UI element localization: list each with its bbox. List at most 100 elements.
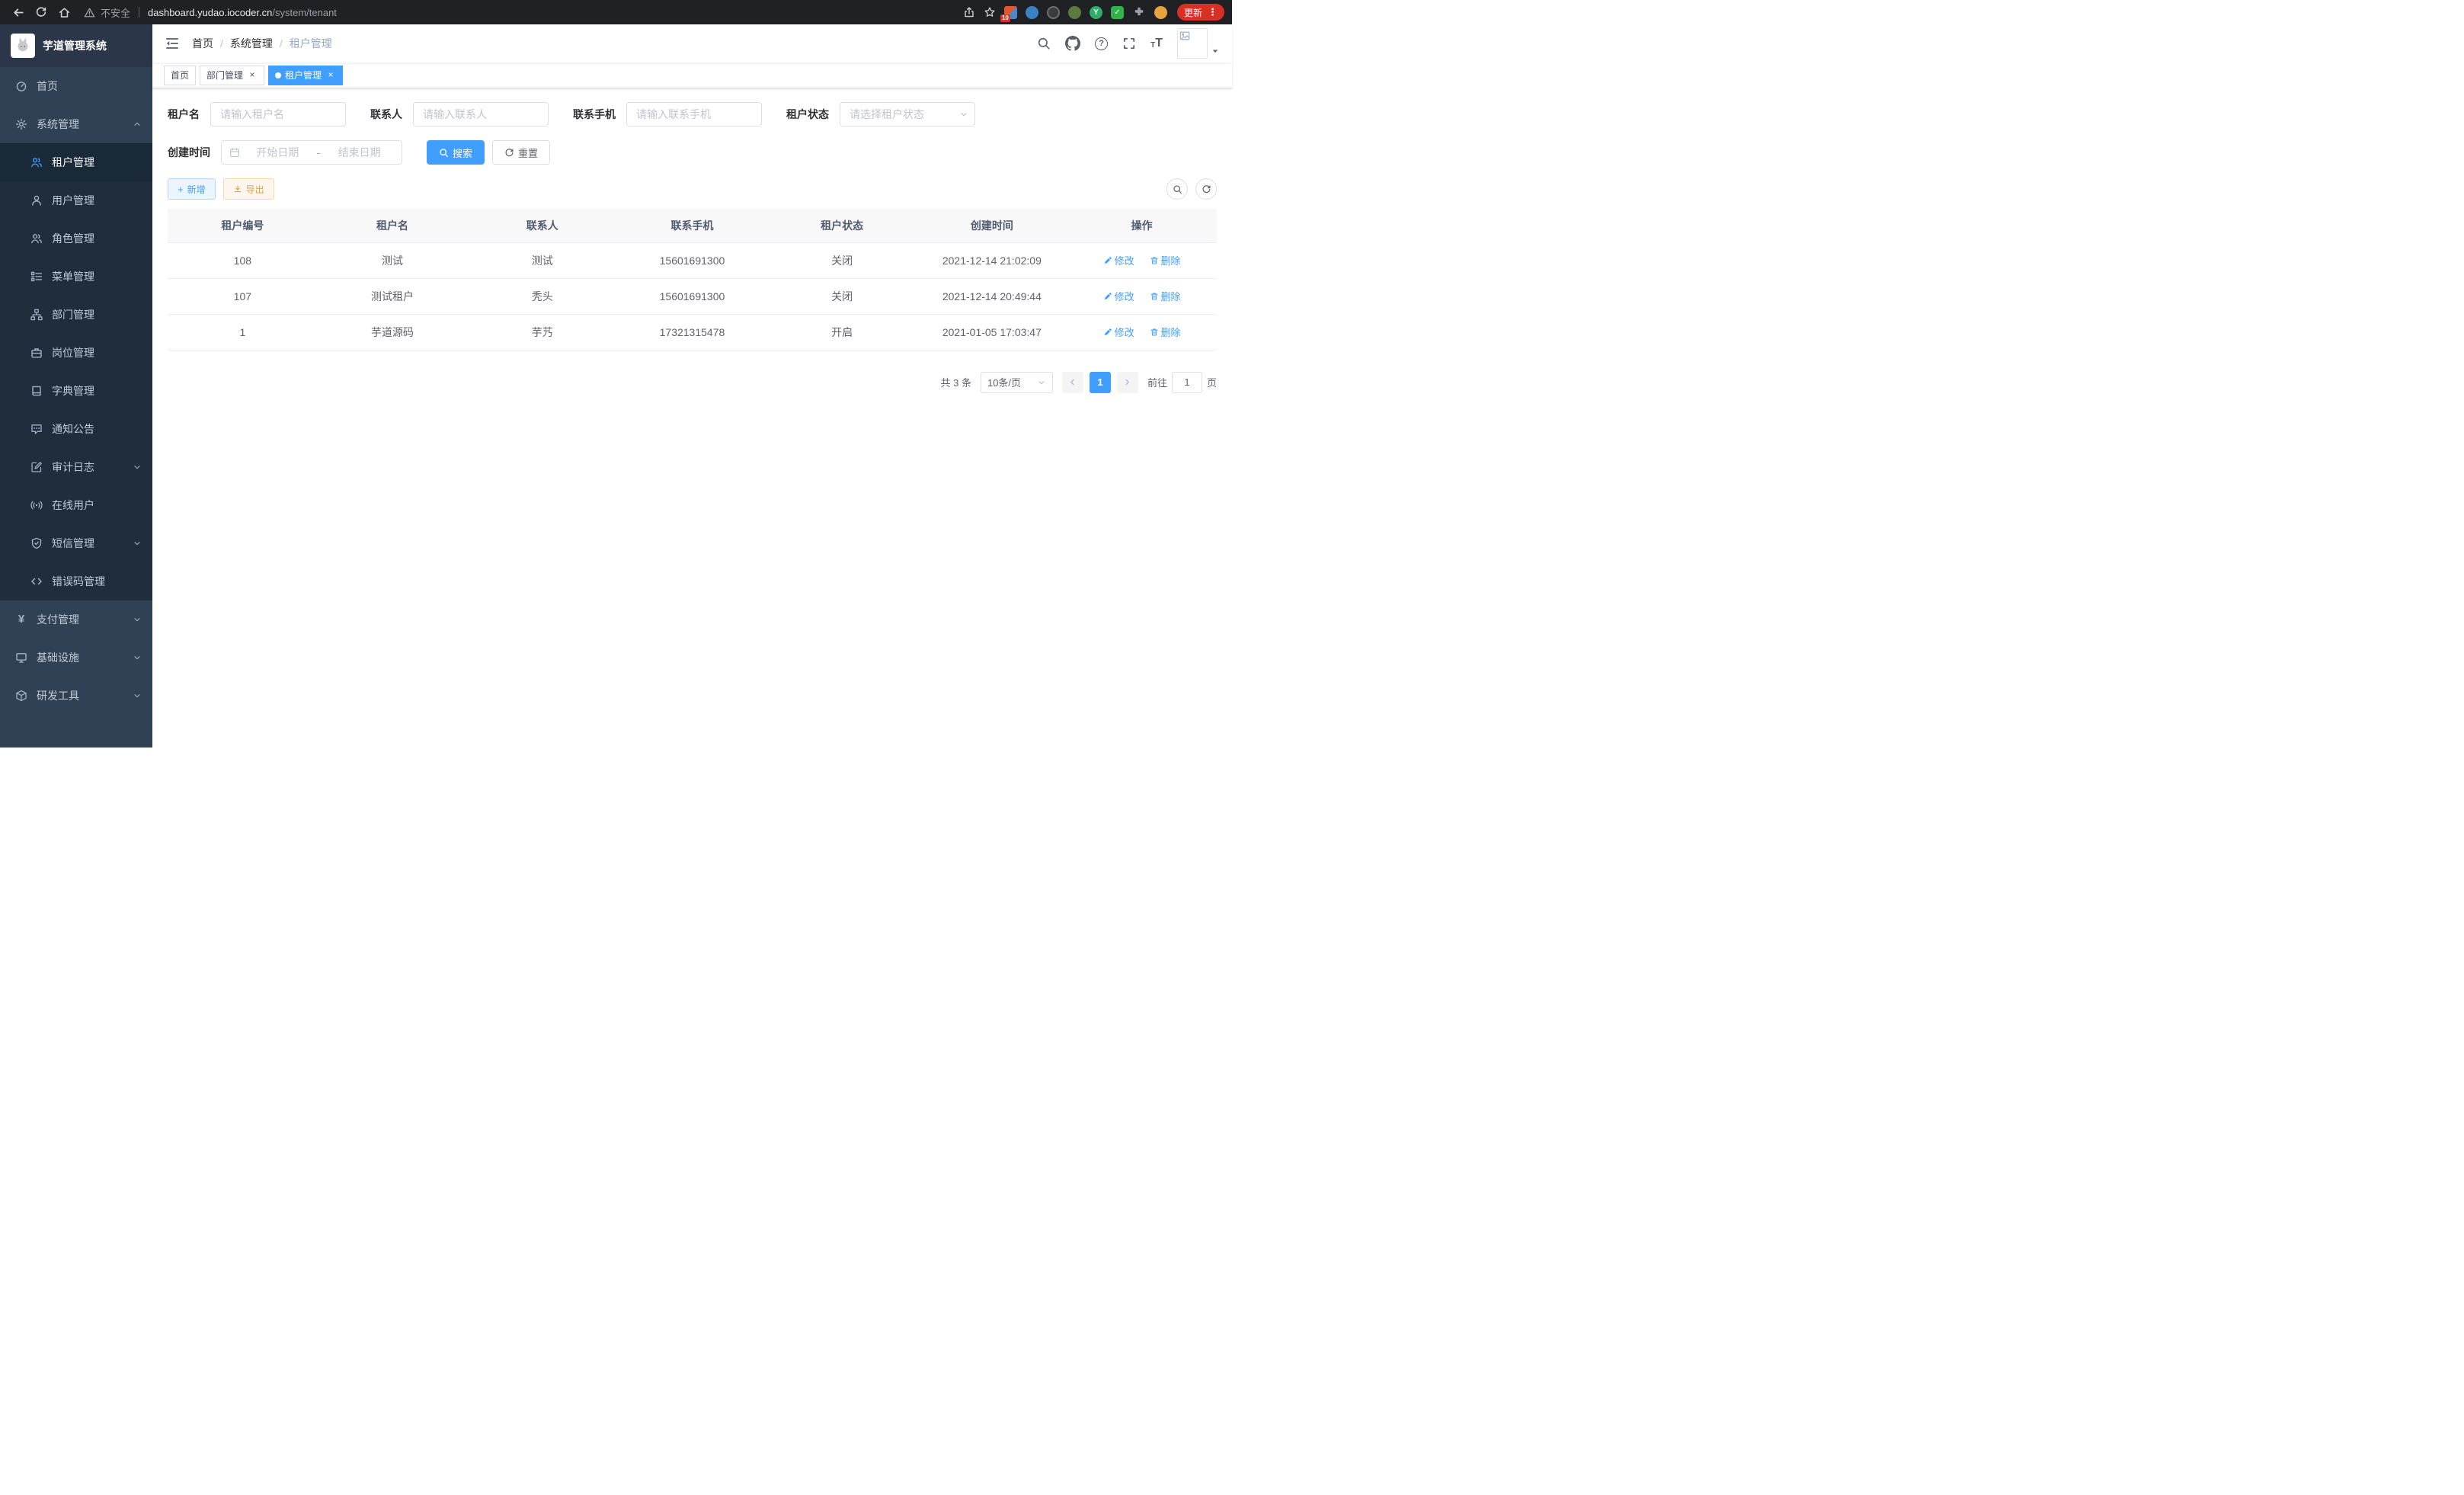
sidebar-item-error-code[interactable]: 错误码管理 [0,562,152,600]
sidebar-item-menu[interactable]: 菜单管理 [0,258,152,296]
tag-dept[interactable]: 部门管理 × [200,66,264,85]
export-button[interactable]: 导出 [223,178,274,200]
chevron-left-icon [1067,377,1077,387]
sidebar-item-audit-log[interactable]: 审计日志 [0,448,152,486]
sidebar-item-tenant[interactable]: 租户管理 [0,143,152,181]
help-icon[interactable]: ? [1095,37,1108,50]
sidebar-item-dev-tool[interactable]: 研发工具 [0,677,152,715]
sidebar-item-pay[interactable]: ¥ 支付管理 [0,600,152,639]
chevron-down-icon [133,653,142,662]
extension-icon-chat[interactable]: ✓ [1111,6,1124,19]
tag-tenant-active[interactable]: 租户管理 × [268,66,343,85]
font-size-icon[interactable]: TT [1150,37,1163,50]
breadcrumb-home[interactable]: 首页 [192,36,213,51]
next-page-button[interactable] [1117,372,1138,393]
extension-icon-y[interactable]: Y [1090,6,1102,19]
edit-link[interactable]: 修改 [1103,325,1134,339]
column-header-created-at: 创建时间 [917,209,1067,242]
reset-button[interactable]: 重置 [492,140,550,165]
goto-page-input[interactable] [1172,372,1202,393]
github-icon[interactable] [1065,36,1080,51]
tag-label: 首页 [171,69,189,82]
extension-icon-green[interactable] [1068,6,1081,19]
cell-contact: 测试 [467,242,617,278]
refresh-table-button[interactable] [1195,178,1217,200]
app-title: 芋道管理系统 [43,38,107,53]
profile-avatar-icon[interactable] [1154,6,1167,19]
date-range-picker[interactable]: 开始日期 - 结束日期 [221,140,402,165]
toggle-search-button[interactable] [1166,178,1188,200]
delete-link[interactable]: 删除 [1150,289,1181,303]
fullscreen-icon[interactable] [1122,37,1136,50]
sidebar-item-dept[interactable]: 部门管理 [0,296,152,334]
address-bar[interactable]: 不安全 dashboard.yudao.iocoder.cn/system/te… [84,5,952,20]
close-icon[interactable]: × [247,70,258,81]
user-avatar-menu[interactable] [1177,28,1220,59]
sidebar-item-infra[interactable]: 基础设施 [0,639,152,677]
phone-input[interactable] [626,102,762,126]
browser-menu-kebab-icon[interactable]: ⋮ [1208,6,1218,18]
cell-tenant-name: 测试 [318,242,468,278]
sidebar-item-post[interactable]: 岗位管理 [0,334,152,372]
sidebar-menu: 首页 系统管理 租户管理 用户管理 角色管理 [0,67,152,748]
prev-page-button[interactable] [1062,372,1083,393]
sidebar-item-label: 支付管理 [37,612,79,627]
extension-icon-globe[interactable] [1047,6,1060,19]
delete-link[interactable]: 删除 [1150,325,1181,339]
roles-icon [30,232,43,245]
not-secure-warning-icon [84,7,95,18]
status-select[interactable]: 请选择租户状态 [840,102,975,126]
sidebar-item-user[interactable]: 用户管理 [0,181,152,219]
cell-created-at: 2021-12-14 21:02:09 [917,242,1067,278]
chrome-update-button[interactable]: 更新 ⋮ [1177,4,1224,21]
page-button-1[interactable]: 1 [1090,372,1111,393]
sidebar-item-role[interactable]: 角色管理 [0,219,152,258]
share-icon[interactable] [963,6,975,18]
sidebar-item-system[interactable]: 系统管理 [0,105,152,143]
edit-pencil-icon [1103,292,1112,301]
search-button[interactable]: 搜索 [427,140,485,165]
extensions-puzzle-icon[interactable] [1132,5,1146,19]
url-host: dashboard.yudao.iocoder.cn [148,7,272,18]
tag-home[interactable]: 首页 [164,66,196,85]
sidebar-logo[interactable]: 芋道管理系统 [0,24,152,67]
search-icon[interactable] [1037,37,1051,50]
message-bubble-icon [30,423,43,435]
delete-link[interactable]: 删除 [1150,253,1181,267]
back-icon [12,6,25,19]
sidebar-item-sms[interactable]: 短信管理 [0,524,152,562]
url-text: dashboard.yudao.iocoder.cn/system/tenant [148,7,337,18]
edit-link[interactable]: 修改 [1103,289,1134,303]
avatar[interactable] [1177,28,1208,59]
menu-list-icon [30,271,43,283]
sidebar-item-label: 系统管理 [37,117,79,132]
browser-reload-button[interactable] [30,2,52,22]
sidebar-item-online-user[interactable]: 在线用户 [0,486,152,524]
sidebar-collapse-button[interactable] [165,36,180,51]
briefcase-icon [30,347,43,359]
breadcrumb-system[interactable]: 系统管理 [230,36,273,51]
contact-input[interactable] [413,102,549,126]
sidebar-item-label: 在线用户 [52,498,94,513]
browser-home-button[interactable] [53,2,75,22]
cell-phone: 17321315478 [617,314,767,350]
sidebar-item-label: 部门管理 [52,307,94,322]
add-button[interactable]: + 新增 [168,178,216,200]
sidebar-item-dict[interactable]: 字典管理 [0,372,152,410]
search-button-label: 搜索 [453,146,472,160]
sidebar-item-home[interactable]: 首页 [0,67,152,105]
table-row: 1 芋道源码 芋艿 17321315478 开启 2021-01-05 17:0… [168,314,1217,350]
cell-tenant-id: 108 [168,242,318,278]
extension-icon-adblock[interactable]: 10 [1004,6,1017,19]
tenant-name-input[interactable] [210,102,346,126]
field-label: 联系人 [370,107,402,122]
extension-icon-shield[interactable] [1026,6,1038,19]
trash-icon [1150,256,1159,265]
browser-back-button[interactable] [8,2,29,22]
sidebar-item-notice[interactable]: 通知公告 [0,410,152,448]
edit-link[interactable]: 修改 [1103,253,1134,267]
page-size-select[interactable]: 10条/页 [981,372,1053,393]
sidebar-item-label: 短信管理 [52,536,94,551]
close-icon[interactable]: × [325,70,336,81]
bookmark-star-icon[interactable] [984,6,996,18]
